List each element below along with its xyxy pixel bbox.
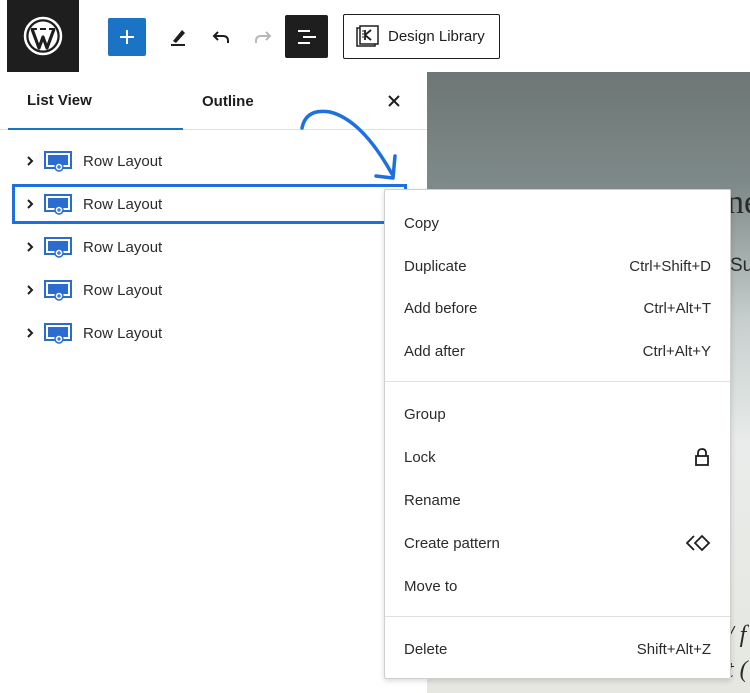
block-options-menu: Copy Duplicate Ctrl+Shift+D Add before C… — [384, 189, 731, 679]
chevron-right-icon[interactable] — [22, 325, 38, 341]
shortcut-text: Ctrl+Alt+Y — [642, 342, 711, 360]
list-item-label: Row Layout — [83, 324, 163, 342]
shortcut-text: Ctrl+Shift+D — [629, 257, 711, 275]
shortcut-text: Ctrl+Alt+T — [643, 299, 711, 317]
list-item-label: Row Layout — [83, 152, 163, 170]
canvas-text-fragment: Su — [730, 255, 750, 276]
row-layout-icon — [44, 194, 72, 215]
kadence-icon — [356, 24, 379, 47]
design-library-button[interactable]: Design Library — [343, 14, 500, 59]
lock-icon — [695, 448, 709, 466]
menu-item-add-before[interactable]: Add before Ctrl+Alt+T — [385, 290, 730, 326]
pencil-icon — [171, 30, 185, 46]
plus-icon — [120, 30, 134, 44]
menu-item-create-pattern[interactable]: Create pattern — [385, 525, 730, 561]
row-layout-icon — [44, 280, 72, 301]
top-toolbar: Design Library — [0, 0, 750, 72]
shortcut-text: Shift+Alt+Z — [636, 640, 711, 658]
edit-tool-button[interactable] — [160, 18, 196, 56]
menu-divider — [385, 381, 730, 382]
list-item-label: Row Layout — [83, 281, 163, 299]
list-item[interactable]: Row Layout — [22, 275, 162, 305]
row-layout-icon — [44, 323, 72, 344]
pattern-icon — [685, 534, 711, 552]
chevron-right-icon[interactable] — [22, 196, 38, 212]
chevron-right-icon[interactable] — [22, 239, 38, 255]
row-layout-icon — [44, 151, 72, 172]
undo-button[interactable] — [203, 18, 239, 56]
menu-item-copy[interactable]: Copy — [385, 205, 730, 241]
list-item[interactable]: Row Layout — [22, 232, 162, 262]
tab-outline[interactable]: Outline — [202, 72, 254, 130]
annotation-arrow-icon — [300, 109, 397, 180]
wordpress-logo-icon[interactable] — [7, 0, 79, 72]
design-library-label: Design Library — [388, 28, 485, 45]
tab-list-view[interactable]: List View — [8, 72, 183, 130]
menu-item-lock[interactable]: Lock — [385, 439, 730, 475]
menu-item-move-to[interactable]: Move to — [385, 568, 730, 604]
row-layout-icon — [44, 237, 72, 258]
list-item[interactable]: Row Layout — [22, 189, 162, 219]
menu-item-delete[interactable]: Delete Shift+Alt+Z — [385, 631, 730, 667]
list-view-button[interactable] — [285, 15, 328, 58]
add-block-button[interactable] — [108, 18, 146, 56]
redo-button[interactable] — [245, 18, 281, 56]
menu-item-add-after[interactable]: Add after Ctrl+Alt+Y — [385, 333, 730, 369]
menu-item-duplicate[interactable]: Duplicate Ctrl+Shift+D — [385, 248, 730, 284]
list-view-icon — [297, 29, 316, 44]
list-item-label: Row Layout — [83, 195, 163, 213]
list-item[interactable]: Row Layout — [22, 318, 162, 348]
chevron-right-icon[interactable] — [22, 282, 38, 298]
menu-item-group[interactable]: Group — [385, 396, 730, 432]
chevron-right-icon[interactable] — [22, 153, 38, 169]
list-item[interactable]: Row Layout — [22, 146, 162, 176]
menu-item-rename[interactable]: Rename — [385, 482, 730, 518]
undo-icon — [212, 31, 229, 43]
redo-icon — [255, 31, 272, 43]
menu-divider — [385, 616, 730, 617]
list-item-label: Row Layout — [83, 238, 163, 256]
